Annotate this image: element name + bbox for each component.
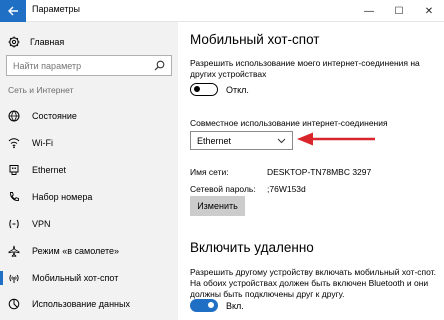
remote-description: Разрешить другому устройству включать мо… xyxy=(190,267,436,299)
ethernet-icon xyxy=(8,164,20,176)
share-toggle[interactable] xyxy=(190,83,218,96)
search-icon[interactable] xyxy=(154,60,165,71)
change-button[interactable]: Изменить xyxy=(190,196,245,216)
connection-select-value: Ethernet xyxy=(197,135,232,146)
sidebar-item-label: Набор номера xyxy=(32,192,93,202)
close-button[interactable]: ✕ xyxy=(414,0,444,22)
share-description: Разрешить использование моего интернет-с… xyxy=(190,58,420,79)
sidebar-item-label: Состояние xyxy=(32,111,77,121)
remote-toggle-row: Вкл. xyxy=(190,299,244,312)
share-toggle-label: Откл. xyxy=(226,84,249,95)
minimize-icon: — xyxy=(364,5,374,17)
maximize-icon: ☐ xyxy=(394,5,404,17)
close-icon: ✕ xyxy=(424,5,434,17)
sidebar-item-label: Использование данных xyxy=(32,299,130,309)
sidebar-item-label: Мобильный хот-спот xyxy=(32,273,119,283)
sidebar-item-vpn[interactable]: VPN xyxy=(0,214,178,234)
search-box[interactable] xyxy=(6,55,172,76)
remote-toggle[interactable] xyxy=(190,299,218,312)
title-bar: Параметры — ☐ ✕ xyxy=(0,0,444,22)
home-link[interactable]: Главная xyxy=(8,34,64,50)
airplane-icon xyxy=(8,245,20,257)
password-value: ;76W153d xyxy=(267,184,306,194)
sidebar-item-label: VPN xyxy=(32,219,51,229)
back-button[interactable] xyxy=(0,0,26,22)
remote-title: Включить удаленно xyxy=(190,240,314,255)
maximize-button[interactable]: ☐ xyxy=(384,0,414,22)
active-indicator xyxy=(0,271,3,285)
share-toggle-row: Откл. xyxy=(190,83,249,96)
hotspot-icon xyxy=(8,272,20,284)
network-name-value: DESKTOP-TN78MBC 3297 xyxy=(267,167,372,177)
back-arrow-icon xyxy=(7,6,18,16)
wifi-icon xyxy=(8,137,20,149)
sidebar-item-ethernet[interactable]: Ethernet xyxy=(0,160,178,180)
sidebar-item-hotspot[interactable]: Мобильный хот-спот xyxy=(0,268,178,288)
password-label: Сетевой пароль: xyxy=(190,184,256,194)
page-title: Мобильный хот-спот xyxy=(190,32,320,47)
globe-icon xyxy=(8,110,20,122)
data-usage-icon xyxy=(8,298,20,310)
section-title: Сеть и Интернет xyxy=(8,85,74,95)
search-input[interactable] xyxy=(13,59,149,73)
sidebar-item-label: Режим «в самолете» xyxy=(32,246,120,256)
toggle-knob xyxy=(208,302,214,308)
chevron-down-icon xyxy=(277,138,286,143)
main-content: Мобильный хот-спот Разрешить использован… xyxy=(178,22,444,320)
connection-label: Совместное использование интернет-соедин… xyxy=(190,118,388,128)
sidebar-item-label: Ethernet xyxy=(32,165,67,175)
sidebar-item-dialup[interactable]: Набор номера xyxy=(0,187,178,207)
annotation-arrow-icon xyxy=(297,132,375,146)
toggle-knob xyxy=(194,86,200,92)
vpn-icon xyxy=(8,218,20,230)
sidebar-item-wifi[interactable]: Wi-Fi xyxy=(0,133,178,153)
sidebar-item-status[interactable]: Состояние xyxy=(0,106,178,126)
phone-icon xyxy=(8,191,20,203)
gear-icon xyxy=(8,36,20,48)
network-name-label: Имя сети: xyxy=(190,167,229,177)
sidebar-item-label: Wi-Fi xyxy=(32,138,53,148)
sidebar-item-airplane[interactable]: Режим «в самолете» xyxy=(0,241,178,261)
home-label: Главная xyxy=(30,37,65,47)
sidebar-item-data-usage[interactable]: Использование данных xyxy=(0,294,178,314)
connection-select[interactable]: Ethernet xyxy=(190,131,293,150)
window-title: Параметры xyxy=(32,4,80,14)
remote-toggle-label: Вкл. xyxy=(226,300,244,311)
minimize-button[interactable]: — xyxy=(354,0,384,22)
sidebar: Главная Сеть и Интернет Состояние Wi-Fi … xyxy=(0,22,178,320)
